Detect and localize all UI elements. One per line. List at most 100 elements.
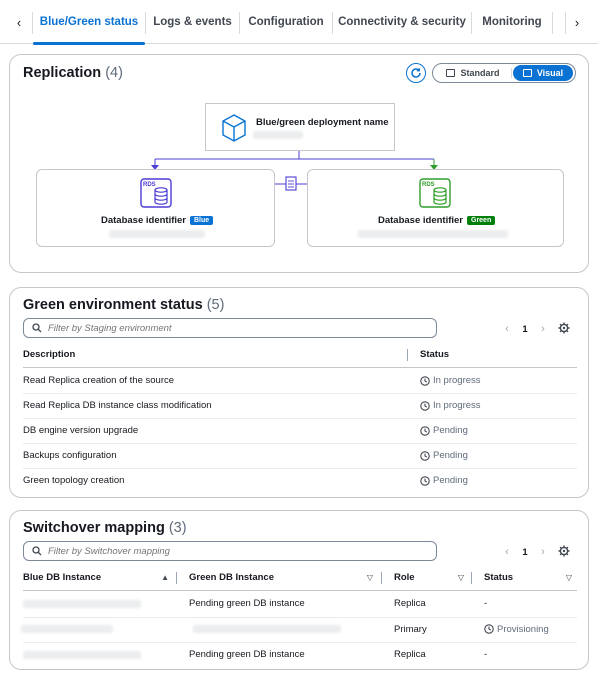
blue-db-label: Database identifier	[101, 215, 186, 226]
column-header-green-db[interactable]: Green DB Instance ▽	[189, 572, 373, 583]
green-env-title: Green environment status (5)	[23, 297, 224, 313]
role-cell: Replica	[394, 598, 426, 610]
clock-status-icon	[420, 400, 430, 411]
document-icon	[285, 176, 297, 191]
tab-blue-green-status[interactable]: Blue/Green status	[33, 0, 145, 45]
svg-text:RDS: RDS	[422, 182, 435, 188]
green-env-count: (5)	[206, 297, 225, 313]
sort-icon: ▽	[565, 573, 572, 582]
redacted-green-db-instance	[193, 625, 341, 634]
green-badge: Green	[467, 216, 496, 225]
current-page[interactable]: 1	[516, 324, 534, 335]
deployment-node: Blue/green deployment name	[205, 103, 395, 151]
switchover-panel: Switchover mapping (3) ‹ 1 › Blue DB Ins…	[9, 510, 589, 670]
status-cell: -	[484, 591, 487, 617]
svg-text:RDS: RDS	[143, 182, 156, 188]
green-env-pagination: ‹ 1 ›	[498, 323, 552, 335]
column-resizer[interactable]	[407, 349, 408, 361]
switchover-title: Switchover mapping (3)	[23, 520, 187, 536]
clock-status-icon	[420, 450, 430, 461]
switchover-title-text: Switchover mapping	[23, 520, 165, 536]
redacted-blue-db-name	[109, 230, 205, 238]
tab-connectivity-security[interactable]: Connectivity & security	[333, 0, 471, 44]
status-indicator: Pending	[420, 443, 468, 468]
column-resizer[interactable]	[471, 572, 472, 584]
rds-database-icon: RDS	[419, 178, 451, 208]
column-header-status[interactable]: Status ▽	[484, 572, 572, 583]
green-db-instance-cell: Pending green DB instance	[189, 598, 305, 610]
blue-badge: Blue	[190, 216, 214, 225]
status-text: Provisioning	[497, 623, 549, 635]
switchover-count: (3)	[168, 520, 187, 536]
column-header-status-label: Status	[484, 572, 514, 583]
tab-bar: ‹ Blue/Green status Logs & events Config…	[0, 0, 598, 45]
switchover-filter[interactable]	[23, 541, 437, 561]
clock-status-icon	[420, 475, 430, 486]
column-header-blue-db-label: Blue DB Instance	[23, 572, 102, 583]
status-text: -	[484, 649, 488, 661]
green-env-filter-input[interactable]	[48, 322, 408, 334]
role-cell: Replica	[394, 649, 426, 661]
status-text: In progress	[433, 400, 481, 411]
rds-database-icon: RDS	[140, 178, 172, 208]
table-row-description: Read Replica DB instance class modificat…	[23, 400, 212, 411]
sort-icon: ▽	[457, 573, 464, 582]
clock-status-icon	[484, 624, 494, 634]
table-row-description: Read Replica creation of the source	[23, 375, 175, 386]
green-db-instance-cell: Pending green DB instance	[189, 649, 305, 661]
gear-icon[interactable]	[558, 545, 570, 557]
green-database-node: RDS Database identifier Green	[307, 169, 564, 247]
column-header-green-db-label: Green DB Instance	[189, 572, 274, 583]
tabs-scroll-left-icon[interactable]: ‹	[12, 13, 26, 31]
table-row-description: DB engine version upgrade	[23, 425, 139, 436]
redacted-deployment-name	[253, 131, 303, 139]
column-header-blue-db[interactable]: Blue DB Instance ▲	[23, 572, 169, 583]
green-env-title-text: Green environment status	[23, 297, 203, 313]
column-header-status[interactable]: Status	[420, 349, 449, 360]
sort-icon: ▽	[366, 573, 373, 582]
column-resizer[interactable]	[176, 572, 177, 584]
switchover-pagination: ‹ 1 ›	[498, 546, 552, 558]
status-cell: Provisioning	[484, 617, 549, 643]
redacted-green-db-name	[358, 230, 508, 238]
clock-status-icon	[420, 375, 430, 386]
current-page[interactable]: 1	[516, 547, 534, 558]
redacted-blue-db-instance	[21, 625, 113, 634]
green-environment-panel: Green environment status (5) ‹ 1 › Descr…	[9, 287, 589, 498]
column-resizer[interactable]	[381, 572, 382, 584]
switchover-filter-input[interactable]	[48, 545, 408, 557]
cube-icon	[222, 114, 246, 142]
tab-logs-events[interactable]: Logs & events	[146, 0, 239, 44]
table-row-description: Backups configuration	[23, 450, 117, 461]
tab-overflow[interactable]	[553, 0, 565, 44]
status-indicator: In progress	[420, 393, 481, 418]
deployment-name-label: Blue/green deployment name	[256, 117, 389, 128]
redacted-blue-db-instance	[23, 650, 141, 659]
chevron-left-icon[interactable]: ‹	[498, 546, 516, 558]
status-text: Pending	[433, 475, 468, 486]
status-text: -	[484, 598, 488, 610]
gear-icon[interactable]	[558, 322, 570, 334]
blue-database-node: RDS Database identifier Blue	[36, 169, 275, 247]
chevron-right-icon[interactable]: ›	[534, 323, 552, 335]
clock-status-icon	[420, 425, 430, 436]
redacted-blue-db-instance	[23, 599, 141, 608]
column-header-description[interactable]: Description	[23, 349, 75, 360]
chevron-right-icon[interactable]: ›	[534, 546, 552, 558]
tab-configuration[interactable]: Configuration	[240, 0, 332, 44]
tab-divider	[565, 12, 566, 34]
sort-ascending-icon: ▲	[161, 573, 169, 582]
green-env-filter[interactable]	[23, 318, 437, 338]
green-db-label: Database identifier	[378, 215, 463, 226]
chevron-left-icon[interactable]: ‹	[498, 323, 516, 335]
status-text: In progress	[433, 375, 481, 386]
role-cell: Primary	[394, 623, 427, 635]
status-text: Pending	[433, 425, 468, 436]
tab-monitoring[interactable]: Monitoring	[472, 0, 552, 44]
column-header-role-label: Role	[394, 572, 415, 583]
column-header-role[interactable]: Role ▽	[394, 572, 464, 583]
status-indicator: In progress	[420, 368, 481, 393]
blue-db-identifier: Database identifier Blue	[101, 215, 214, 226]
tabs-scroll-right-icon[interactable]: ›	[570, 13, 584, 31]
status-text: Pending	[433, 450, 468, 461]
